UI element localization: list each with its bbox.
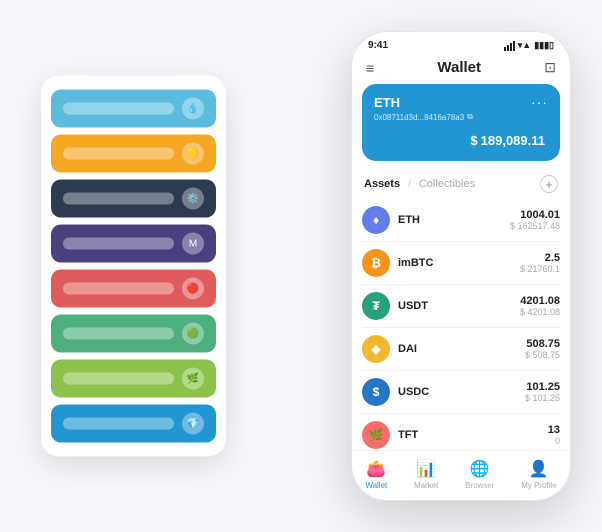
add-asset-button[interactable]: + bbox=[540, 175, 558, 193]
wallet-coin-label: ETH bbox=[374, 95, 400, 110]
wallet-card[interactable]: ETH ··· 0x08711d3d...8416a78a3 ⧉ $189,08… bbox=[362, 84, 560, 161]
card-item[interactable]: 🟢 bbox=[51, 315, 216, 353]
asset-amounts: 508.75$ 508.75 bbox=[525, 338, 560, 360]
bottom-nav: 👛 Wallet 📊 Market 🌐 Browser 👤 My Profile bbox=[352, 450, 570, 500]
table-row[interactable]: $ USDC101.25$ 101.25 bbox=[362, 371, 560, 414]
asset-symbol: ETH bbox=[398, 214, 510, 226]
card-item[interactable]: 💎 bbox=[51, 405, 216, 443]
asset-icon: ♦ bbox=[362, 206, 390, 234]
card-item-icon: ⚙️ bbox=[182, 188, 204, 210]
nav-icon: 👛 bbox=[366, 459, 386, 479]
card-item-icon: 🔴 bbox=[182, 278, 204, 300]
card-item[interactable]: 💧 bbox=[51, 90, 216, 128]
card-item-bar bbox=[63, 238, 174, 250]
asset-amounts: 4201.08$ 4201.08 bbox=[520, 295, 560, 317]
page-title: Wallet bbox=[437, 59, 481, 76]
battery-icon: ▮▮▮▯ bbox=[534, 40, 554, 51]
assets-tabs: Assets / Collectibles bbox=[364, 178, 475, 190]
card-item-bar bbox=[63, 103, 174, 115]
asset-amounts: 2.5$ 21760.1 bbox=[520, 252, 560, 274]
asset-symbol: DAI bbox=[398, 343, 525, 355]
asset-symbol: USDT bbox=[398, 300, 520, 312]
asset-icon: ₿ bbox=[362, 249, 390, 277]
wallet-card-header: ETH ··· bbox=[374, 94, 548, 110]
card-stack: 💧 🟡 ⚙️ M 🔴 🟢 🌿 💎 bbox=[41, 76, 226, 457]
card-item-icon: 💧 bbox=[182, 98, 204, 120]
asset-amount-primary: 101.25 bbox=[525, 381, 560, 393]
card-item-icon: 💎 bbox=[182, 413, 204, 435]
card-item-bar bbox=[63, 148, 174, 160]
nav-icon: 👤 bbox=[529, 459, 549, 479]
assets-header: Assets / Collectibles + bbox=[352, 171, 570, 199]
card-item[interactable]: 🔴 bbox=[51, 270, 216, 308]
asset-amounts: 130 bbox=[548, 424, 560, 446]
asset-icon: $ bbox=[362, 378, 390, 406]
tab-assets[interactable]: Assets bbox=[364, 178, 400, 190]
asset-icon: 🌿 bbox=[362, 421, 390, 449]
asset-amounts: 1004.01$ 162517.48 bbox=[510, 209, 560, 231]
nav-label: Wallet bbox=[365, 481, 387, 490]
asset-amount-secondary: 0 bbox=[548, 436, 560, 446]
wifi-icon: ▾▲ bbox=[518, 40, 531, 51]
card-item-bar bbox=[63, 418, 174, 430]
phone: 9:41 ▾▲ ▮▮▮▯ ≡ Wallet ⊡ ETH ··· bbox=[351, 31, 571, 501]
expand-icon[interactable]: ⊡ bbox=[544, 59, 556, 76]
asset-list: ♦ ETH1004.01$ 162517.48 ₿ imBTC2.5$ 21760.1… bbox=[352, 199, 570, 450]
card-item-icon: 🟡 bbox=[182, 143, 204, 165]
asset-amount-secondary: $ 4201.08 bbox=[520, 307, 560, 317]
wallet-balance: $189,089.11 bbox=[374, 128, 548, 151]
card-item-bar bbox=[63, 328, 174, 340]
asset-amount-primary: 2.5 bbox=[520, 252, 560, 264]
menu-icon[interactable]: ≡ bbox=[366, 60, 374, 76]
time: 9:41 bbox=[368, 40, 388, 51]
nav-label: My Profile bbox=[521, 481, 557, 490]
asset-icon: ₮ bbox=[362, 292, 390, 320]
asset-symbol: imBTC bbox=[398, 257, 520, 269]
status-bar: 9:41 ▾▲ ▮▮▮▯ bbox=[352, 32, 570, 55]
nav-item-my-profile[interactable]: 👤 My Profile bbox=[521, 459, 557, 490]
phone-header: ≡ Wallet ⊡ bbox=[352, 55, 570, 84]
table-row[interactable]: ₿ imBTC2.5$ 21760.1 bbox=[362, 242, 560, 285]
card-item[interactable]: 🟡 bbox=[51, 135, 216, 173]
asset-amount-secondary: $ 21760.1 bbox=[520, 264, 560, 274]
table-row[interactable]: ₮ USDT4201.08$ 4201.08 bbox=[362, 285, 560, 328]
table-row[interactable]: 🌿 TFT130 bbox=[362, 414, 560, 450]
asset-amount-primary: 508.75 bbox=[525, 338, 560, 350]
wallet-address: 0x08711d3d...8416a78a3 ⧉ bbox=[374, 112, 548, 122]
tab-collectibles[interactable]: Collectibles bbox=[419, 178, 475, 190]
asset-amounts: 101.25$ 101.25 bbox=[525, 381, 560, 403]
table-row[interactable]: ◈ DAI508.75$ 508.75 bbox=[362, 328, 560, 371]
table-row[interactable]: ♦ ETH1004.01$ 162517.48 bbox=[362, 199, 560, 242]
asset-amount-secondary: $ 508.75 bbox=[525, 350, 560, 360]
nav-label: Market bbox=[414, 481, 438, 490]
card-item-icon: 🌿 bbox=[182, 368, 204, 390]
scene: 💧 🟡 ⚙️ M 🔴 🟢 🌿 💎 9:41 ▾▲ ▮▮▮▯ ≡ Wallet ⊡ bbox=[21, 21, 581, 511]
asset-icon: ◈ bbox=[362, 335, 390, 363]
card-item[interactable]: M bbox=[51, 225, 216, 263]
card-item[interactable]: 🌿 bbox=[51, 360, 216, 398]
asset-amount-secondary: $ 162517.48 bbox=[510, 221, 560, 231]
nav-icon: 🌐 bbox=[470, 459, 490, 479]
asset-symbol: USDC bbox=[398, 386, 525, 398]
asset-amount-primary: 1004.01 bbox=[510, 209, 560, 221]
card-item-icon: M bbox=[182, 233, 204, 255]
nav-icon: 📊 bbox=[416, 459, 436, 479]
nav-item-market[interactable]: 📊 Market bbox=[414, 459, 438, 490]
asset-symbol: TFT bbox=[398, 429, 548, 441]
card-item-bar bbox=[63, 373, 174, 385]
nav-label: Browser bbox=[465, 481, 494, 490]
asset-amount-secondary: $ 101.25 bbox=[525, 393, 560, 403]
card-item-bar bbox=[63, 193, 174, 205]
nav-item-wallet[interactable]: 👛 Wallet bbox=[365, 459, 387, 490]
asset-amount-primary: 13 bbox=[548, 424, 560, 436]
card-item-bar bbox=[63, 283, 174, 295]
card-item-icon: 🟢 bbox=[182, 323, 204, 345]
wallet-card-options[interactable]: ··· bbox=[531, 94, 548, 110]
signal-icon bbox=[504, 41, 515, 51]
asset-amount-primary: 4201.08 bbox=[520, 295, 560, 307]
nav-item-browser[interactable]: 🌐 Browser bbox=[465, 459, 494, 490]
status-icons: ▾▲ ▮▮▮▯ bbox=[504, 40, 554, 51]
card-item[interactable]: ⚙️ bbox=[51, 180, 216, 218]
